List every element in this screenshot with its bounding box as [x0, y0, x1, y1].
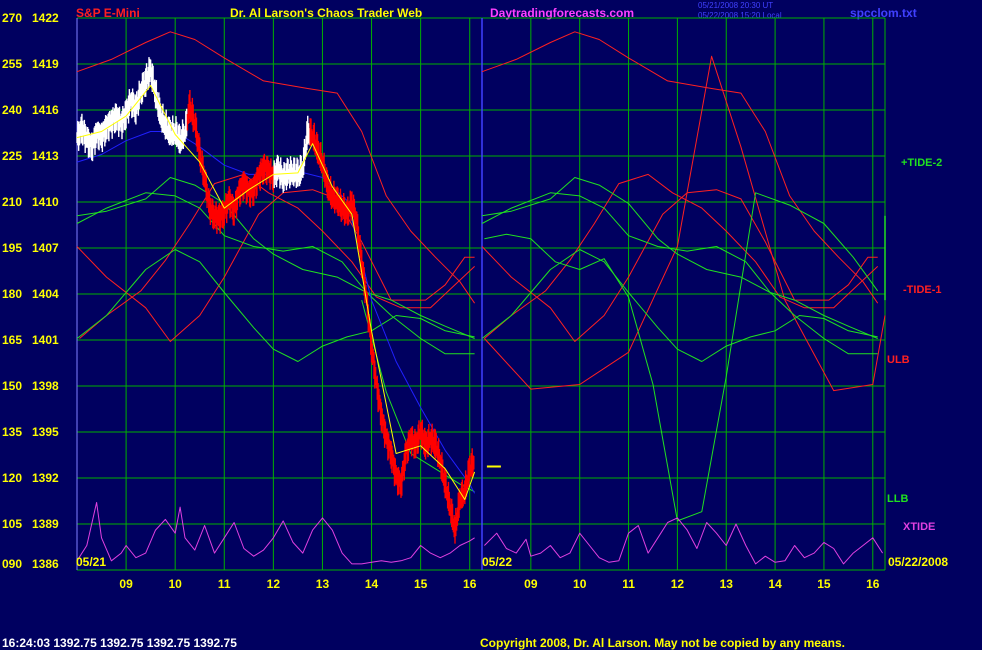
- timestamp-line1: 05/21/2008 20:30 UT: [698, 1, 773, 10]
- x-tick-day1: 11: [218, 577, 231, 591]
- timestamp-line2: 05/22/2008 15:20 Local: [698, 11, 782, 20]
- y-tick-index: 210: [2, 195, 22, 209]
- y-tick-index: 135: [2, 425, 22, 439]
- y-tick-index: 105: [2, 517, 22, 531]
- y-tick-price: 1407: [32, 241, 59, 255]
- x-tick-day1: 09: [119, 577, 133, 591]
- y-tick-index: 195: [2, 241, 22, 255]
- x-tick-day2: 16: [866, 577, 880, 591]
- y-tick-price: 1404: [32, 287, 59, 301]
- y-tick-price: 1422: [32, 11, 59, 25]
- y-tick-price: 1395: [32, 425, 59, 439]
- right-date-label: 05/22/2008: [888, 555, 948, 569]
- x-tick-day1: 13: [316, 577, 330, 591]
- y-tick-index: 225: [2, 149, 22, 163]
- x-tick-day2: 12: [671, 577, 685, 591]
- series-label: +TIDE-2: [901, 157, 942, 169]
- y-tick-price: 1419: [32, 57, 59, 71]
- series-label: XTIDE: [903, 521, 935, 533]
- y-tick-index: 255: [2, 57, 22, 71]
- y-tick-index: 270: [2, 11, 22, 25]
- y-tick-price: 1413: [32, 149, 59, 163]
- y-tick-index: 090: [2, 557, 22, 571]
- day2-date-label: 05/22: [482, 555, 512, 569]
- series-label: ULB: [887, 354, 910, 366]
- chart-background: [0, 0, 982, 650]
- x-tick-day1: 10: [169, 577, 183, 591]
- y-tick-price: 1392: [32, 471, 59, 485]
- y-tick-index: 165: [2, 333, 22, 347]
- y-tick-price: 1386: [32, 557, 59, 571]
- x-tick-day1: 16: [463, 577, 477, 591]
- x-tick-day1: 12: [267, 577, 281, 591]
- y-tick-price: 1398: [32, 379, 59, 393]
- series-label: -TIDE-1: [903, 284, 942, 296]
- x-tick-day2: 10: [573, 577, 587, 591]
- y-tick-index: 120: [2, 471, 22, 485]
- x-tick-day1: 14: [365, 577, 379, 591]
- x-tick-day2: 09: [524, 577, 538, 591]
- copyright-notice: Copyright 2008, Dr. Al Larson. May not b…: [480, 636, 845, 650]
- y-tick-index: 240: [2, 103, 22, 117]
- x-tick-day1: 15: [414, 577, 428, 591]
- quote-readout: 16:24:03 1392.75 1392.75 1392.75 1392.75: [2, 636, 237, 650]
- x-tick-day2: 14: [768, 577, 782, 591]
- x-tick-day2: 15: [817, 577, 831, 591]
- series-label: LLB: [887, 493, 908, 505]
- y-tick-index: 180: [2, 287, 22, 301]
- x-tick-day2: 11: [622, 577, 635, 591]
- y-tick-index: 150: [2, 379, 22, 393]
- chart-svg: S&P E-Mini Dr. Al Larson's Chaos Trader …: [0, 0, 982, 650]
- y-tick-price: 1410: [32, 195, 59, 209]
- y-tick-price: 1416: [32, 103, 59, 117]
- y-tick-price: 1389: [32, 517, 59, 531]
- y-tick-price: 1401: [32, 333, 59, 347]
- x-tick-day2: 13: [720, 577, 734, 591]
- day1-date-label: 05/21: [76, 555, 106, 569]
